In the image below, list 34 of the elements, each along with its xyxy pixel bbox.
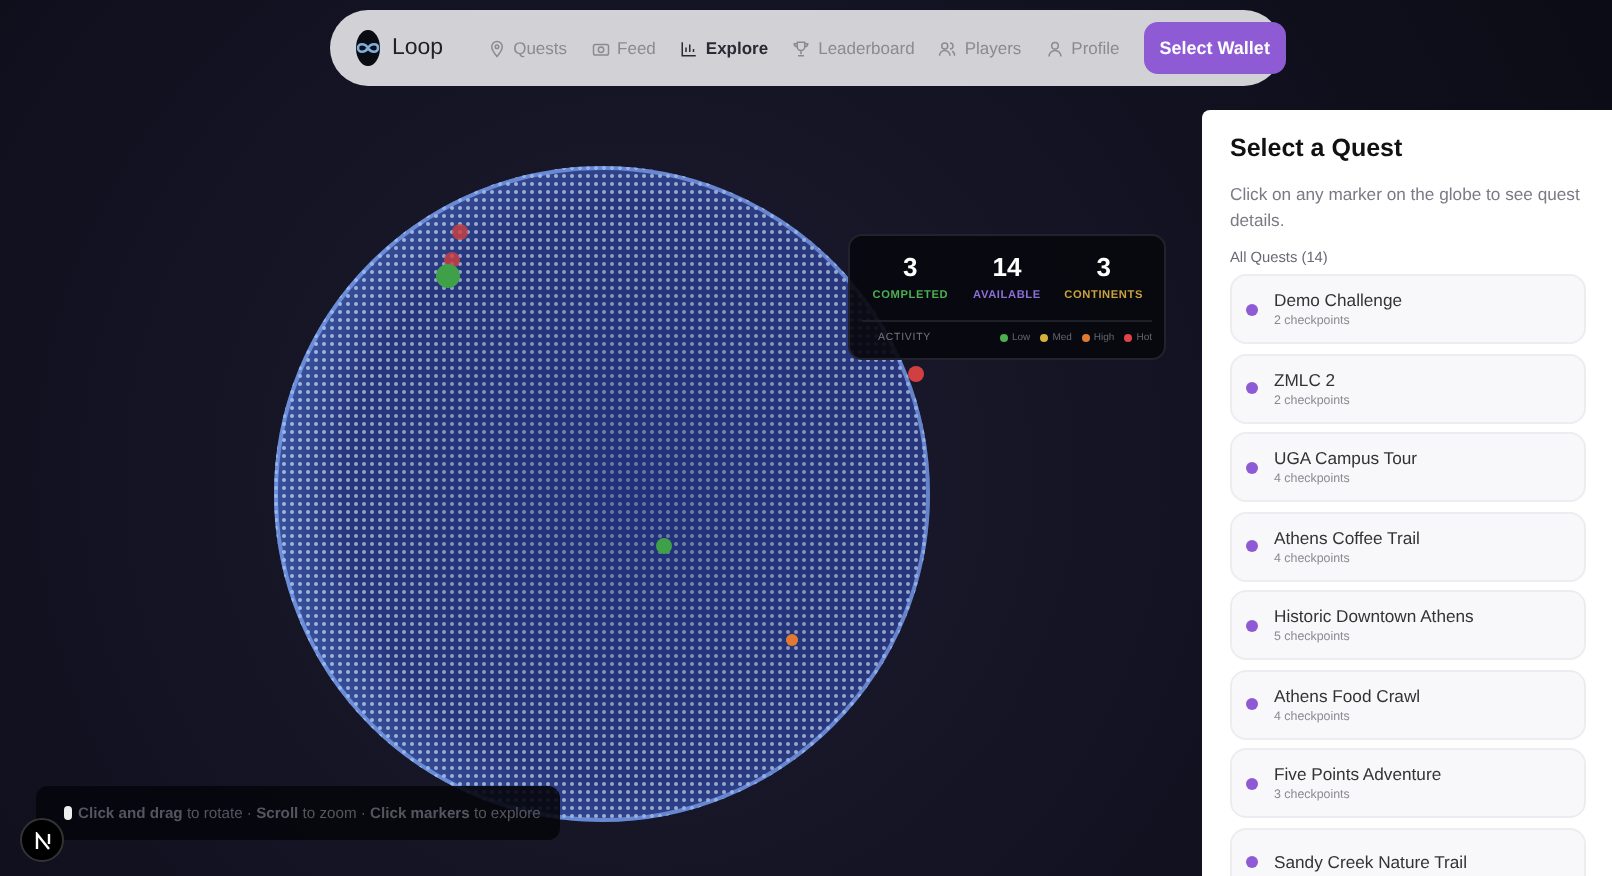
quest-item[interactable]: Sandy Creek Nature Trail: [1230, 827, 1586, 876]
quest-dot-icon: [1246, 777, 1258, 789]
select-wallet-button[interactable]: Select Wallet: [1143, 22, 1286, 74]
quest-dot-icon: [1246, 382, 1258, 394]
quest-name: Athens Coffee Trail: [1274, 527, 1420, 547]
stat-value: 3: [1096, 252, 1111, 282]
stat-value: 3: [903, 252, 918, 282]
infinity-logo-icon: [356, 30, 380, 66]
quest-name: Athens Food Crawl: [1274, 685, 1421, 705]
quest-dot-icon: [1246, 619, 1258, 631]
quest-name: Historic Downtown Athens: [1274, 606, 1474, 626]
n-logo-icon[interactable]: [20, 818, 64, 862]
panel-title: Select a Quest: [1230, 134, 1405, 162]
quest-dot-icon: [1246, 303, 1258, 315]
brand-name[interactable]: Loop: [392, 36, 444, 60]
quest-name: ZMLC 2: [1274, 369, 1338, 389]
user-icon: [1045, 39, 1064, 57]
pin-icon: [487, 39, 506, 57]
camera-icon: [591, 39, 610, 57]
nav-tab[interactable]: Explore: [679, 38, 769, 58]
users-icon: [938, 39, 957, 57]
quest-name: Demo Challenge: [1274, 290, 1403, 310]
quest-dot-icon: [1246, 461, 1258, 473]
quest-dot-icon: [1246, 856, 1258, 868]
quest-dot-icon: [1246, 698, 1258, 710]
quest-name: UGA Campus Tour: [1274, 448, 1417, 468]
quest-name: Sandy Creek Nature Trail: [1274, 852, 1467, 872]
trophy-icon: [792, 39, 811, 57]
mouse-icon: [64, 806, 72, 820]
quest-name: Five Points Adventure: [1274, 764, 1442, 784]
quest-dot-icon: [1246, 540, 1258, 552]
chart-icon: [679, 39, 698, 57]
panel-description: Click on any marker on the globe to see quest details.: [1230, 182, 1582, 234]
stat-value: 14: [992, 252, 1022, 282]
